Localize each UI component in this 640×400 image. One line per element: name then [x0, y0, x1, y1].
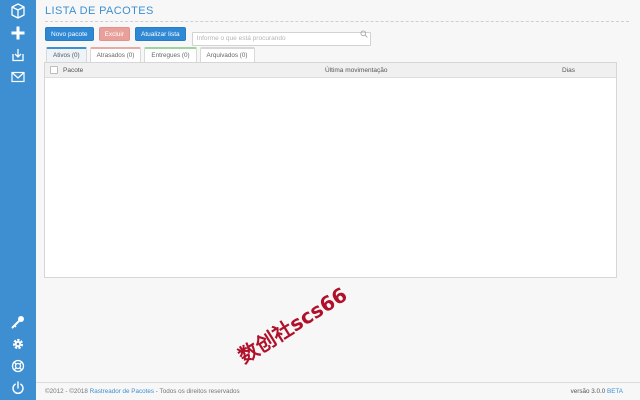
copyright-text: - Todos os direitos reservados	[154, 388, 240, 395]
sidebar-item-messages[interactable]	[0, 66, 36, 88]
new-package-button[interactable]: Novo pacote	[45, 27, 94, 41]
sidebar	[0, 0, 36, 400]
footer: ©2012 - ©2018 Rastreador de Pacotes - To…	[36, 382, 640, 400]
sidebar-item-add[interactable]	[0, 22, 36, 44]
sidebar-item-logout[interactable]	[0, 377, 36, 399]
column-header-package[interactable]: Pacote	[63, 67, 83, 74]
column-header-last-movement[interactable]: Última movimentação	[325, 67, 388, 74]
brand-link[interactable]: Rastreador de Pacotes	[90, 388, 154, 395]
title-divider	[45, 21, 629, 22]
toolbar: Novo pacote Excluir Atualizar lista	[45, 27, 371, 46]
search-input[interactable]	[191, 31, 371, 46]
refresh-list-button[interactable]: Atualizar lista	[135, 27, 186, 41]
sidebar-item-help[interactable]	[0, 355, 36, 377]
copyright-years: ©2012 - ©2018	[45, 388, 88, 395]
search-icon[interactable]	[360, 30, 368, 38]
watermark: 数创社scs66	[234, 282, 351, 368]
tab-active[interactable]: Ativos (0)	[46, 47, 87, 62]
column-header-days[interactable]: Dias	[562, 67, 575, 74]
tab-archived[interactable]: Arquivados (0)	[199, 47, 255, 62]
tab-delivered[interactable]: Entregues (0)	[144, 47, 197, 62]
lifebuoy-icon	[11, 359, 25, 373]
watermark-text: 数创社scs66	[234, 282, 351, 368]
package-icon	[11, 3, 25, 19]
gear-icon	[12, 338, 24, 350]
status-tabs: Ativos (0) Atrasados (0) Entregues (0) A…	[46, 47, 255, 62]
sidebar-item-settings[interactable]	[0, 333, 36, 355]
tab-late[interactable]: Atrasados (0)	[89, 47, 142, 62]
select-all-checkbox[interactable]	[50, 66, 58, 74]
plus-icon	[11, 26, 25, 40]
search-box	[191, 27, 371, 46]
key-icon	[11, 316, 24, 329]
copyright: ©2012 - ©2018 Rastreador de Pacotes - To…	[45, 388, 240, 395]
power-icon	[12, 381, 24, 395]
beta-badge: BETA	[607, 388, 623, 395]
table-header: Pacote Última movimentação Dias	[45, 63, 616, 78]
delete-button[interactable]: Excluir	[98, 27, 131, 41]
sidebar-item-import[interactable]	[0, 44, 36, 66]
packages-table: Pacote Última movimentação Dias	[44, 62, 617, 278]
sidebar-item-key[interactable]	[0, 311, 36, 333]
sidebar-item-packages[interactable]	[0, 0, 36, 22]
mail-icon	[11, 71, 25, 83]
version-label: versão 3.0.0	[570, 388, 606, 395]
page-title: LISTA DE PACOTES	[45, 5, 154, 17]
download-icon	[12, 49, 24, 62]
version-info: versão 3.0.0 BETA	[571, 388, 623, 395]
